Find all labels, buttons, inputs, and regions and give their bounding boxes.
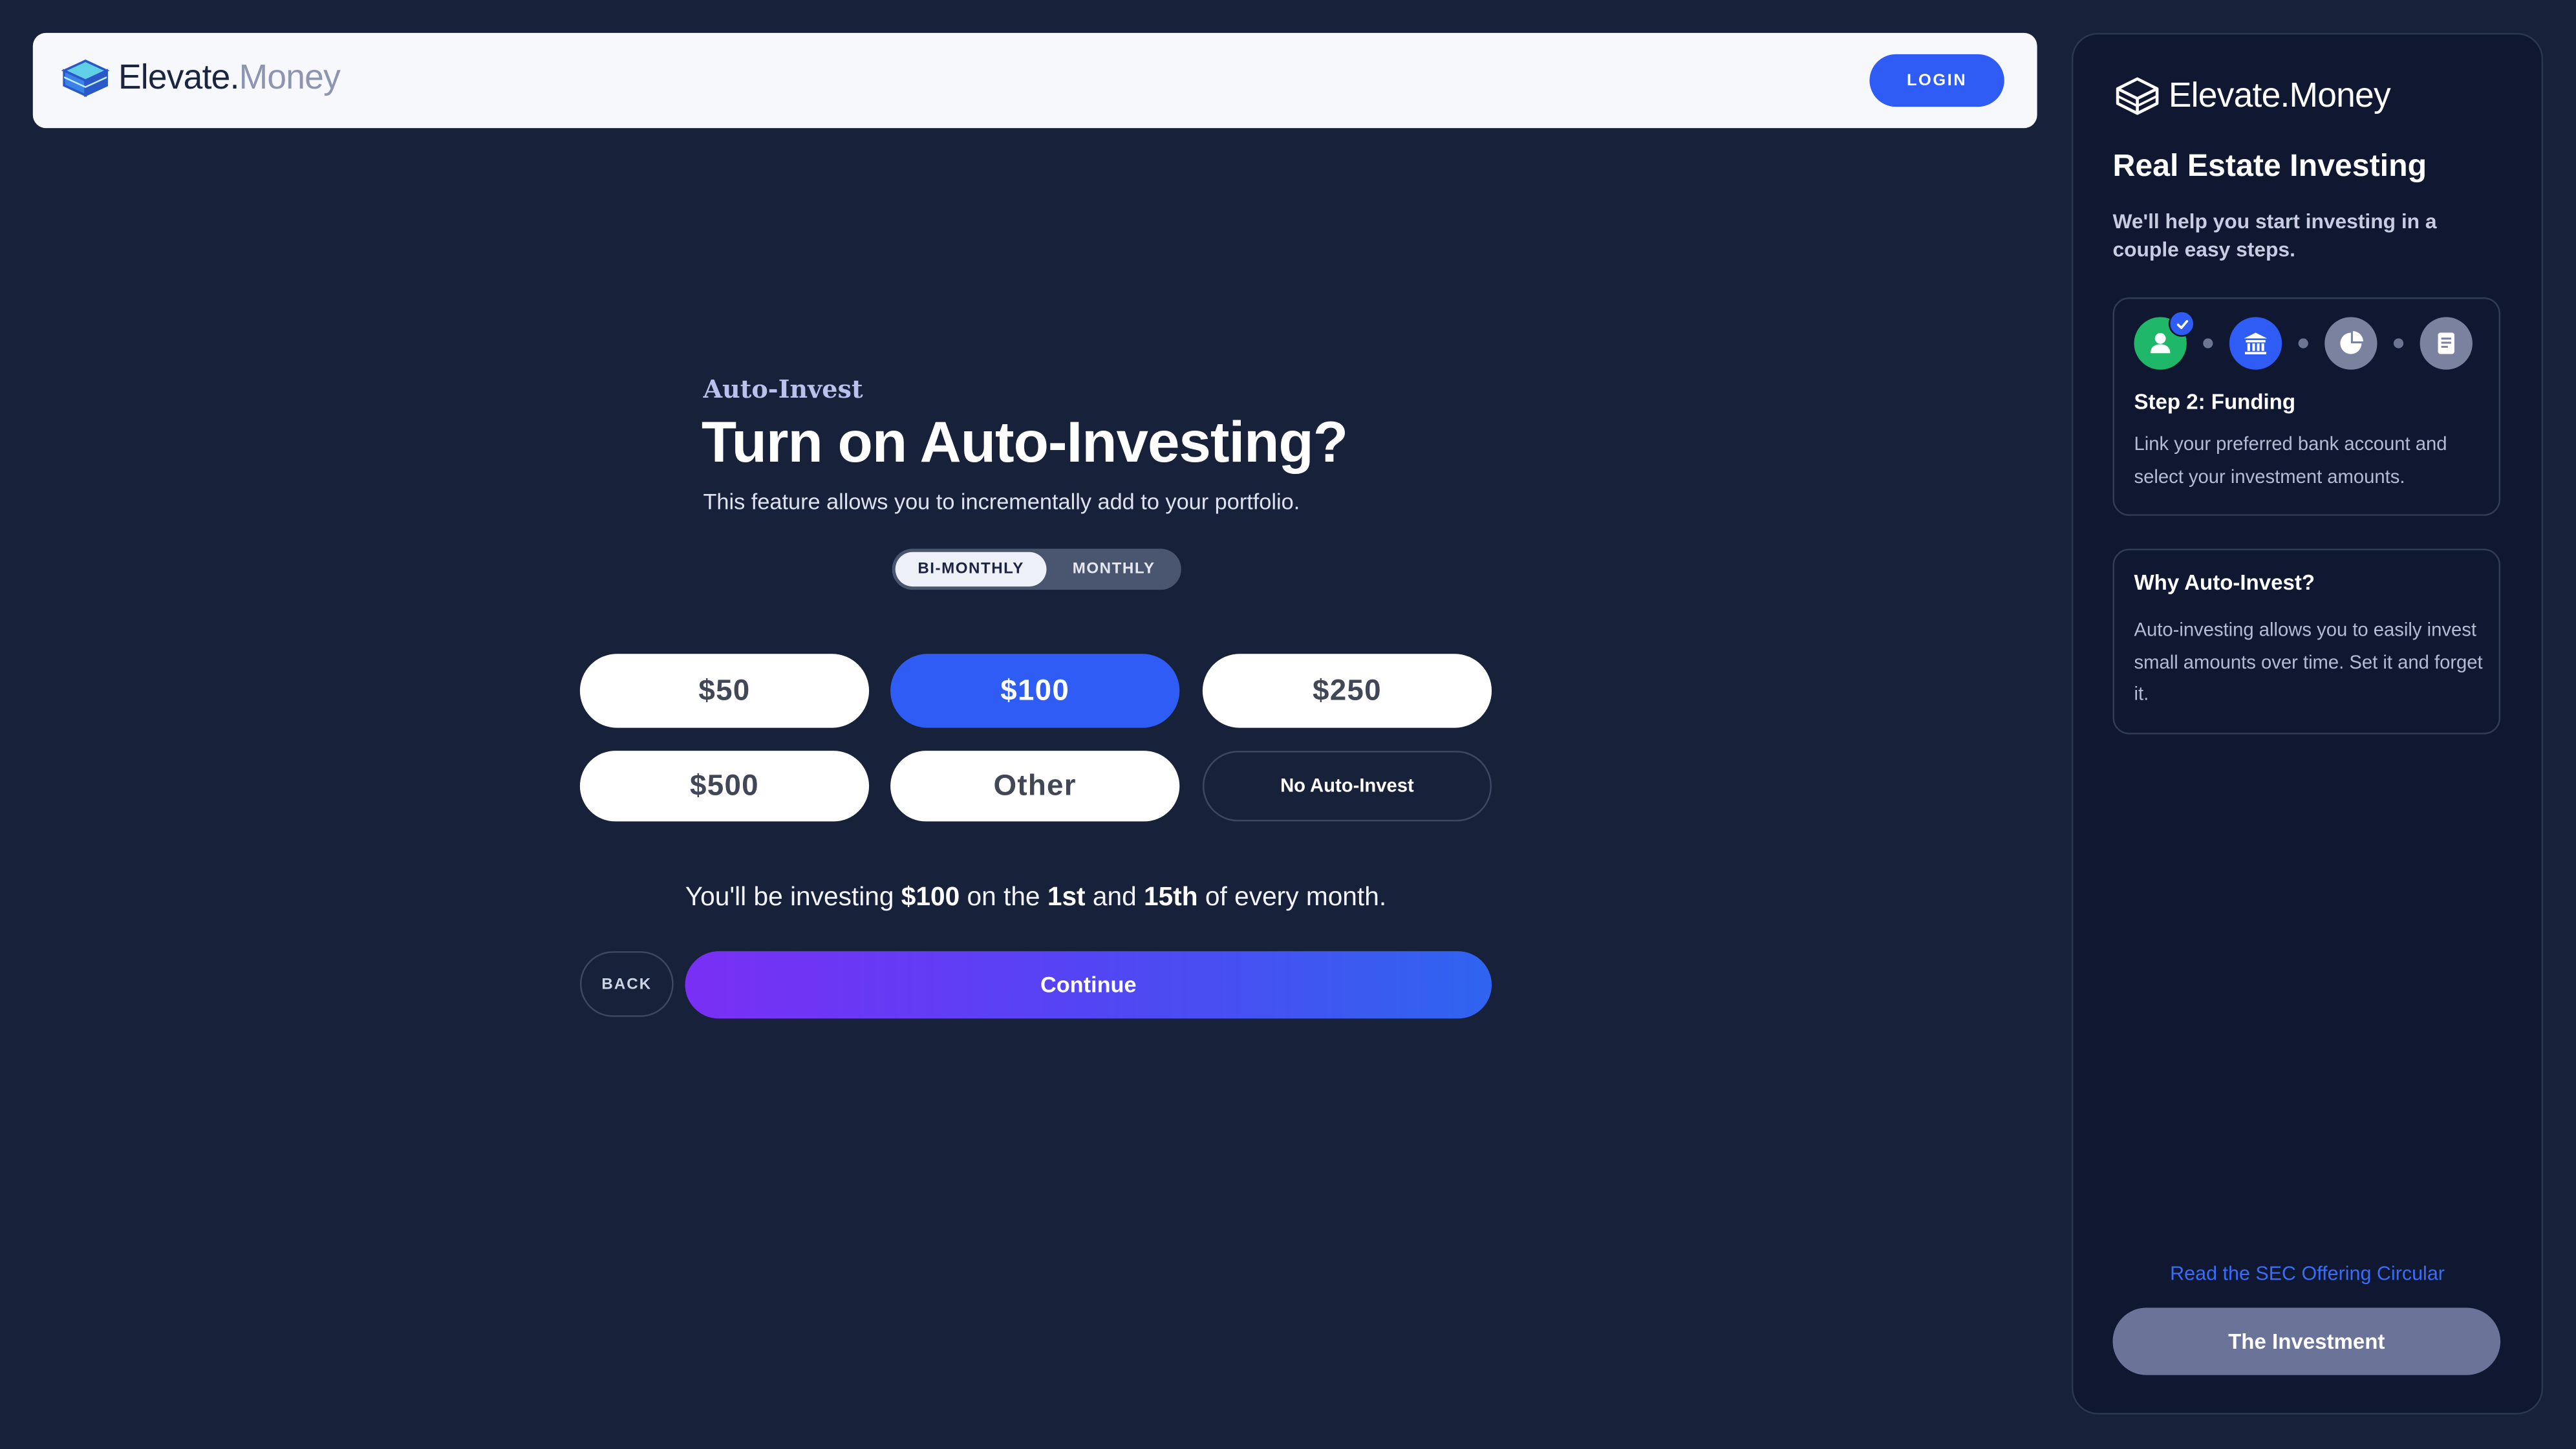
sidebar-logo: Elevate.Money <box>2112 74 2391 120</box>
step-connector-dot <box>2298 338 2308 349</box>
logo-text-primary: Elevate. <box>118 59 239 97</box>
sidebar-title: Real Estate Investing <box>2112 149 2427 184</box>
investment-summary: You'll be investing $100 on the 1st and … <box>580 884 1492 914</box>
summary-prefix: You'll be investing <box>685 883 901 912</box>
why-auto-invest-card: Why Auto-Invest? Auto-investing allows y… <box>2112 548 2501 735</box>
user-icon <box>2134 310 2195 370</box>
app-screen: Elevate.Money LOGIN Auto-Invest Turn on … <box>0 0 2576 1449</box>
login-button[interactable]: LOGIN <box>1869 54 2004 107</box>
section-eyebrow: Auto-Invest <box>703 374 863 405</box>
logo-stack-icon <box>61 59 110 98</box>
step-progress-card: Step 2: Funding Link your preferred bank… <box>2112 297 2501 516</box>
the-investment-button[interactable]: The Investment <box>2112 1307 2501 1375</box>
document-icon <box>2420 317 2473 370</box>
summary-amount: $100 <box>901 883 960 912</box>
summary-mid-1: on the <box>960 883 1047 912</box>
logo-stack-icon <box>2116 77 2159 115</box>
logo-text-secondary: Money <box>239 59 341 97</box>
amount-option-500[interactable]: $500 <box>579 751 870 822</box>
continue-button[interactable]: Continue <box>685 951 1492 1019</box>
frequency-option-monthly[interactable]: MONTHLY <box>1050 552 1178 586</box>
summary-suffix: of every month. <box>1197 883 1387 912</box>
summary-day-2: 15th <box>1144 883 1198 912</box>
step-title: Step 2: Funding <box>2134 389 2296 414</box>
page-title: Turn on Auto-Investing? <box>701 411 1348 475</box>
page-subtitle: This feature allows you to incrementally… <box>703 489 1300 515</box>
summary-day-1: 1st <box>1047 883 1086 912</box>
pie-chart-icon <box>2324 317 2377 370</box>
summary-mid-2: and <box>1085 883 1144 912</box>
why-auto-invest-title: Why Auto-Invest? <box>2134 570 2315 595</box>
onboarding-sidebar: Elevate.Money Real Estate Investing We'l… <box>2071 32 2544 1415</box>
sidebar-subtitle: We'll help you start investing in a coup… <box>2112 210 2437 261</box>
sidebar-logo-text: Elevate.Money <box>2168 77 2391 115</box>
amount-option-no-auto-invest[interactable]: No Auto-Invest <box>1202 751 1492 822</box>
step-connector-dot <box>2393 338 2404 349</box>
check-icon <box>2168 310 2195 337</box>
step-indicators <box>2134 310 2473 370</box>
amount-option-50[interactable]: $50 <box>579 654 870 728</box>
top-header: Elevate.Money LOGIN <box>32 32 2037 129</box>
amount-option-250[interactable]: $250 <box>1202 654 1492 728</box>
amount-option-100[interactable]: $100 <box>890 654 1180 728</box>
back-button[interactable]: BACK <box>579 951 674 1017</box>
bank-icon <box>2229 317 2282 370</box>
step-description: Link your preferred bank account and sel… <box>2134 435 2447 488</box>
why-auto-invest-description: Auto-investing allows you to easily inve… <box>2134 621 2483 705</box>
step-connector-dot <box>2203 338 2213 349</box>
frequency-toggle: BI-MONTHLY MONTHLY <box>892 548 1181 590</box>
amount-option-other[interactable]: Other <box>890 751 1180 822</box>
brand-logo[interactable]: Elevate.Money <box>59 56 341 102</box>
frequency-option-bi-monthly[interactable]: BI-MONTHLY <box>895 552 1047 587</box>
sec-offering-circular-link[interactable]: Read the SEC Offering Circular <box>2073 1261 2541 1285</box>
